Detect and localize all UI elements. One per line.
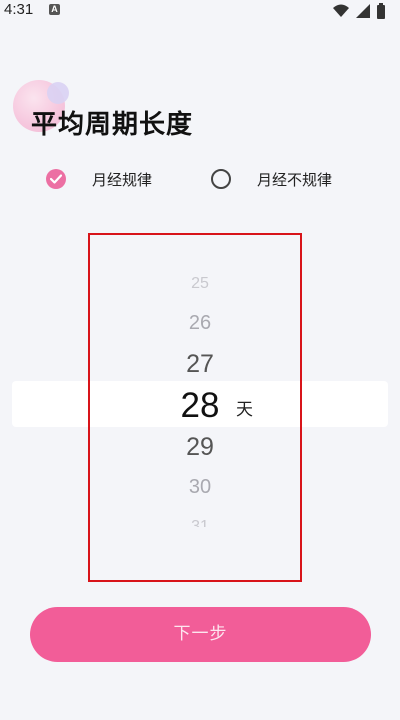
notification-icon: A <box>49 4 60 15</box>
battery-icon <box>377 3 385 19</box>
option-regular[interactable]: 月经规律 <box>46 166 152 192</box>
wifi-icon <box>332 4 349 17</box>
status-bar: 4:31 A <box>0 0 400 22</box>
picker-highlight-frame <box>88 233 302 582</box>
option-irregular[interactable]: 月经不规律 <box>211 166 332 192</box>
status-time: 4:31 <box>4 1 34 18</box>
status-icons <box>332 3 386 19</box>
radio-checked-icon[interactable] <box>46 169 66 189</box>
signal-icon <box>355 4 370 18</box>
decorative-lavender-circle <box>47 82 69 104</box>
option-irregular-label: 月经不规律 <box>257 170 333 189</box>
page-title: 平均周期长度 <box>31 110 194 140</box>
next-button[interactable]: 下一步 <box>30 607 371 662</box>
radio-unchecked-icon[interactable] <box>211 169 231 189</box>
option-regular-label: 月经规律 <box>92 170 153 189</box>
